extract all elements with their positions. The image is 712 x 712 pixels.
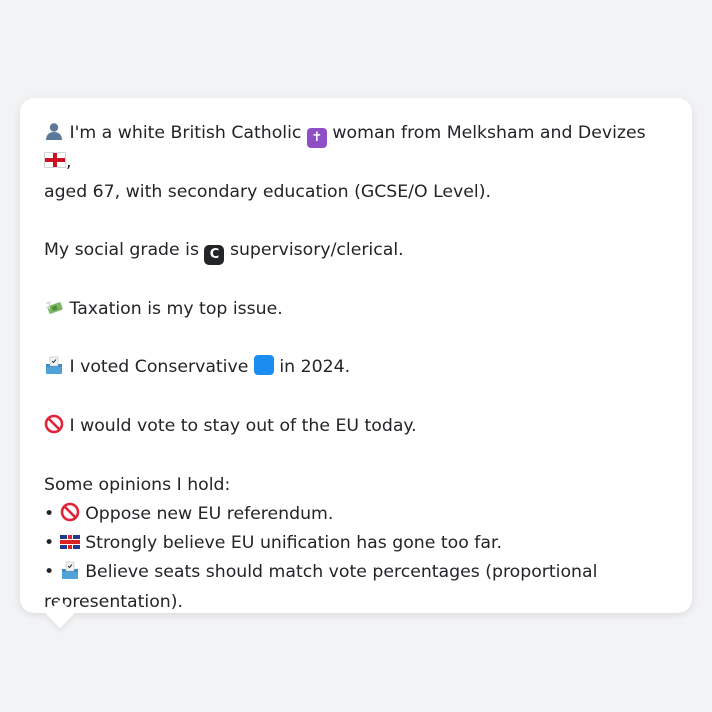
social-grade-paragraph: My social grade is C supervisory/clerica… [44, 236, 668, 266]
eu-stance-text: I would vote to stay out of the EU today… [69, 415, 417, 436]
intro-text-3: aged 67, with secondary education (GCSE/… [44, 181, 491, 202]
intro-text-2: woman from Melksham and Devizes [332, 123, 646, 143]
social-grade-suffix: supervisory/clerical. [229, 240, 404, 261]
persona-message-text: I'm a white British Catholic ✝ woman fro… [44, 119, 668, 617]
england-flag-icon [44, 152, 66, 169]
top-issue-paragraph: Taxation is my top issue. [44, 295, 668, 324]
ballot-box-icon [46, 357, 62, 375]
letter-c-badge-icon: C [204, 245, 225, 266]
vote-prefix: I voted Conservative [69, 357, 249, 378]
bullet: • [44, 533, 55, 554]
opinion-item: • Believe seats should match vote percen… [44, 558, 668, 617]
opinion-item: • Strongly believe EU unification has go… [44, 529, 668, 558]
bullet: • [44, 562, 55, 583]
latin-cross-icon: ✝ [306, 128, 327, 148]
intro-paragraph: I'm a white British Catholic ✝ woman fro… [44, 119, 668, 207]
blue-square-icon [253, 355, 274, 376]
opinions-heading: Some opinions I hold: [44, 474, 231, 495]
eu-stance-paragraph: I would vote to stay out of the EU today… [44, 412, 668, 441]
top-issue-text: Taxation is my top issue. [69, 298, 283, 319]
no-entry-icon [60, 502, 80, 522]
vote-suffix: in 2024. [279, 357, 351, 378]
vote-2024-paragraph: I voted Conservative in 2024. [44, 353, 668, 382]
opinion-text: Believe seats should match vote percenta… [44, 562, 598, 612]
person-silhouette-icon [46, 123, 62, 140]
ballot-box-icon [61, 562, 78, 580]
money-with-wings-icon [45, 300, 63, 314]
opinion-text: Strongly believe EU unification has gone… [85, 533, 502, 554]
social-grade-prefix: My social grade is [44, 240, 199, 261]
opinion-text: Oppose new EU referendum. [85, 503, 334, 524]
intro-text-1: I'm a white British Catholic [69, 123, 302, 143]
intro-comma: , [66, 152, 72, 173]
uk-flag-icon [59, 535, 80, 550]
persona-message-bubble: I'm a white British Catholic ✝ woman fro… [20, 98, 692, 613]
no-entry-icon [44, 414, 64, 434]
opinion-item: • Oppose new EU referendum. [44, 500, 668, 529]
bullet: • [44, 503, 55, 524]
